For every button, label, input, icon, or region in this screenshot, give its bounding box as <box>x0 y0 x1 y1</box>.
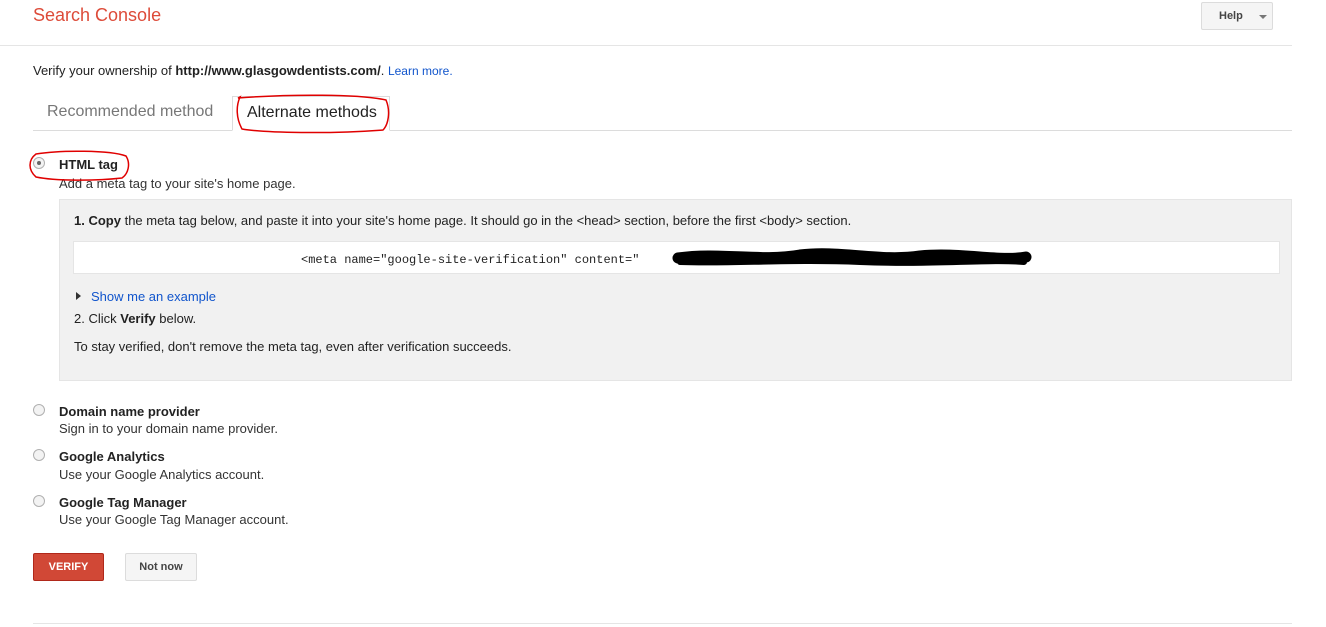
step-1-text: 1. Copy the meta tag below, and paste it… <box>74 213 851 228</box>
html-tag-radio[interactable] <box>33 157 45 169</box>
html-tag-instructions-panel: 1. Copy the meta tag below, and paste it… <box>59 199 1292 381</box>
step-2-text: 2. Click Verify below. <box>74 311 196 326</box>
tab-alternate-methods[interactable]: Alternate methods <box>232 96 390 131</box>
expand-triangle-icon <box>76 292 81 300</box>
google-tag-manager-radio[interactable] <box>33 495 45 507</box>
step-2-prefix: 2. Click <box>74 311 121 326</box>
verify-ownership-text: Verify your ownership of http://www.glas… <box>33 63 453 78</box>
step-1-number: 1. <box>74 213 85 228</box>
meta-tag-code-suffix: " /> <box>993 253 1023 267</box>
meta-tag-code: <meta name="google-site-verification" co… <box>301 251 1022 267</box>
app-title[interactable]: Search Console <box>33 5 161 26</box>
not-now-button[interactable]: Not now <box>125 553 197 581</box>
meta-tag-code-prefix: <meta name="google-site-verification" co… <box>301 253 640 267</box>
step-1-instructions: the meta tag below, and paste it into yo… <box>120 213 852 228</box>
google-tag-manager-description: Use your Google Tag Manager account. <box>59 512 289 527</box>
help-button[interactable]: Help <box>1201 2 1273 30</box>
show-example-label: Show me an example <box>91 289 217 304</box>
step-1-copy-label: Copy <box>88 213 121 228</box>
google-analytics-description: Use your Google Analytics account. <box>59 467 265 482</box>
stay-verified-note: To stay verified, don't remove the meta … <box>74 339 512 354</box>
footer-divider <box>33 623 1292 624</box>
domain-provider-description: Sign in to your domain name provider. <box>59 421 278 436</box>
verify-prefix: Verify your ownership of <box>33 63 176 78</box>
html-tag-description: Add a meta tag to your site's home page. <box>59 176 296 191</box>
verify-button[interactable]: VERIFY <box>33 553 104 581</box>
domain-provider-radio[interactable] <box>33 404 45 416</box>
learn-more-link[interactable]: Learn more. <box>388 64 453 78</box>
step-2-suffix: below. <box>155 311 197 326</box>
verify-suffix: . <box>380 63 388 78</box>
app-header: Search Console Help <box>0 0 1292 46</box>
google-analytics-radio[interactable] <box>33 449 45 461</box>
google-analytics-title: Google Analytics <box>59 449 165 464</box>
meta-tag-code-box[interactable]: <meta name="google-site-verification" co… <box>73 241 1280 274</box>
step-2-verify-label: Verify <box>120 311 156 326</box>
show-example-link[interactable]: Show me an example <box>76 289 216 304</box>
google-tag-manager-title: Google Tag Manager <box>59 495 187 510</box>
chevron-down-icon <box>1259 15 1267 19</box>
html-tag-title: HTML tag <box>59 157 118 172</box>
redacted-content-value <box>639 251 993 263</box>
tab-recommended-method[interactable]: Recommended method <box>33 96 230 131</box>
domain-provider-title: Domain name provider <box>59 404 200 419</box>
site-url: http://www.glasgowdentists.com/ <box>175 63 381 78</box>
help-button-label: Help <box>1219 10 1243 22</box>
